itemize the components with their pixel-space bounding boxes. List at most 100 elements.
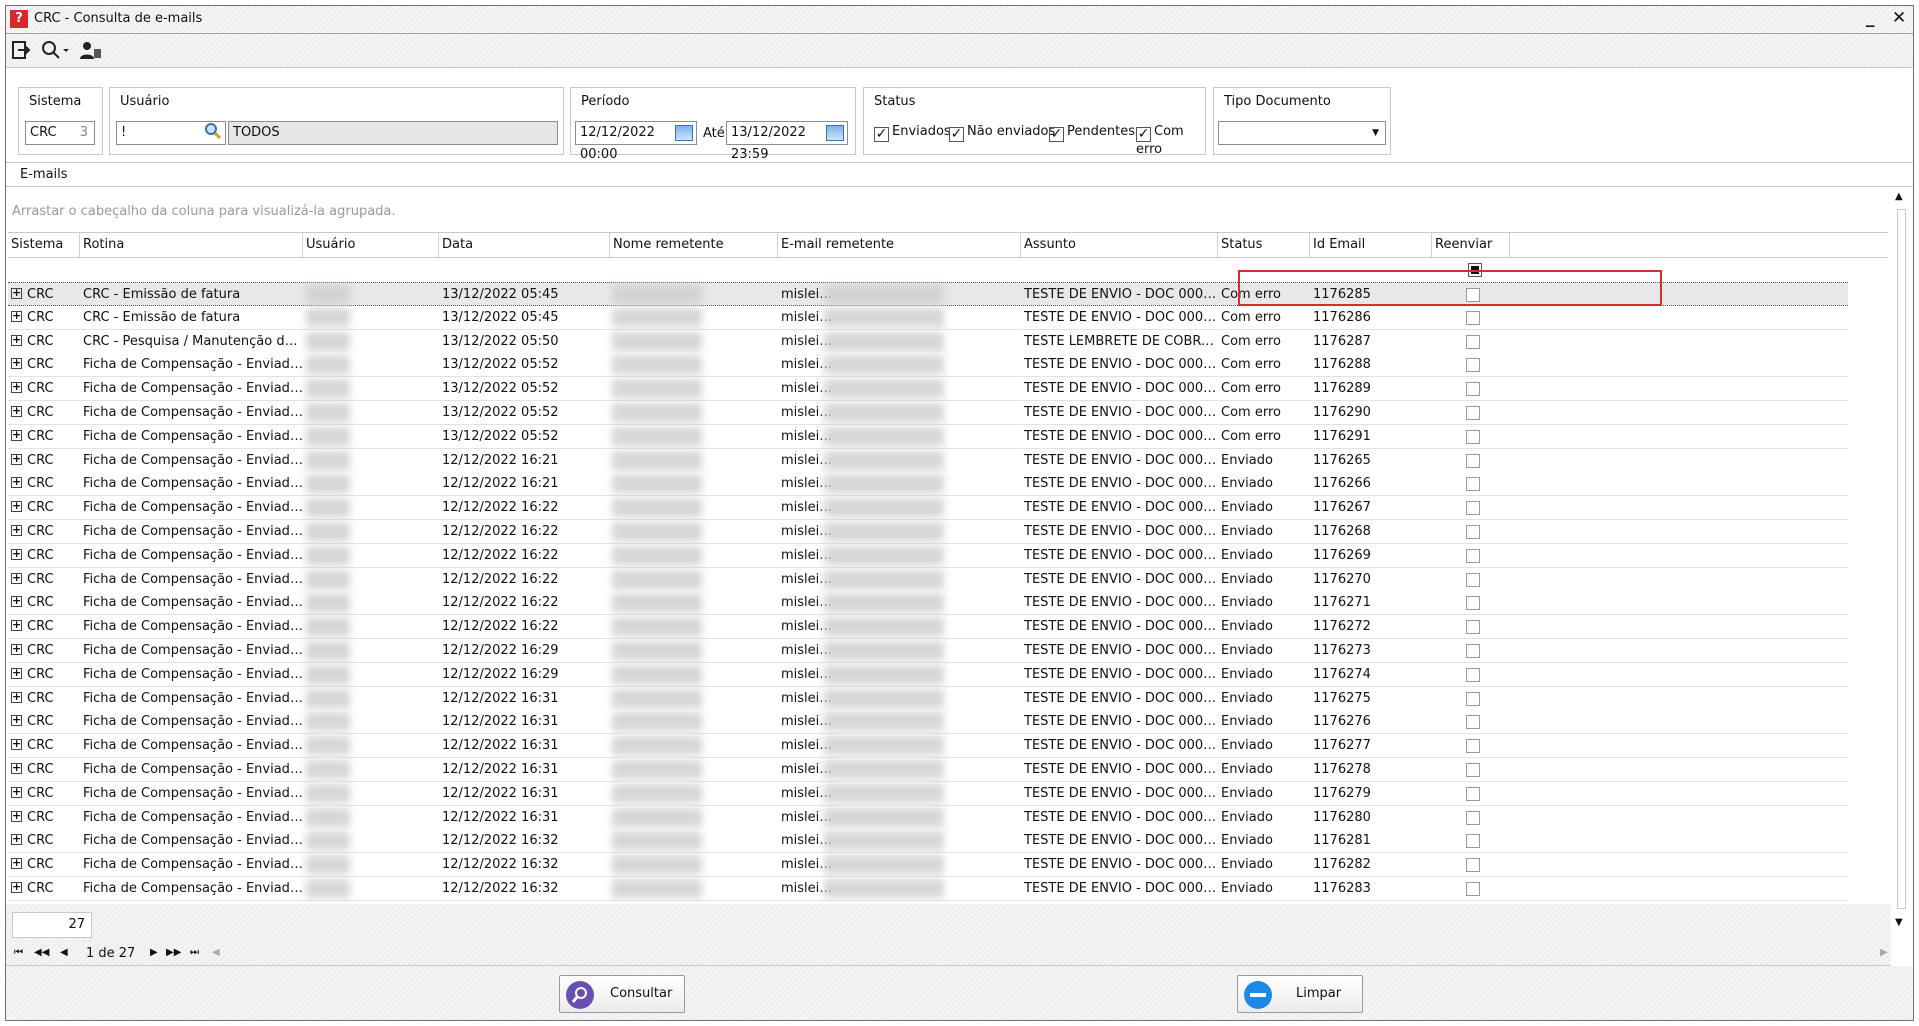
expand-row-icon[interactable]: + [11, 667, 22, 679]
table-row[interactable]: + CRC Ficha de Compensação - Enviado com a… [8, 401, 1848, 425]
expand-row-icon[interactable]: + [11, 833, 22, 846]
vertical-scrollbar[interactable]: ▲ ▼ [1892, 187, 1910, 935]
table-row[interactable]: + CRC Ficha de Compensação - Enviado com a… [8, 472, 1848, 497]
hscroll-left-icon[interactable]: ◀ [212, 947, 220, 958]
col-email-remetente[interactable]: E-mail remetente [778, 233, 1021, 257]
reenviar-checkbox[interactable] [1466, 358, 1480, 373]
table-row[interactable]: + CRC Ficha de Compensação - Enviado com a… [8, 662, 1848, 687]
reenviar-checkbox[interactable] [1466, 548, 1480, 563]
expand-row-icon[interactable]: + [11, 381, 22, 394]
reenviar-checkbox[interactable] [1466, 477, 1480, 492]
first-page-icon[interactable]: ⏮ [14, 947, 23, 958]
col-usuario[interactable]: Usuário [303, 233, 439, 257]
expand-row-icon[interactable]: + [11, 691, 22, 703]
table-row[interactable]: + CRC Ficha de Compensação - Enviado com a… [8, 734, 1848, 759]
last-page-icon[interactable]: ⏭ [190, 947, 199, 958]
expand-row-icon[interactable]: + [11, 857, 22, 870]
expand-row-icon[interactable]: + [11, 714, 22, 727]
table-row[interactable]: + CRC Ficha de Compensação - Enviado com a… [8, 781, 1848, 806]
expand-row-icon[interactable]: + [11, 500, 22, 513]
expand-row-icon[interactable]: + [11, 524, 22, 536]
reenviar-checkbox[interactable] [1466, 596, 1480, 611]
expand-row-icon[interactable]: + [11, 287, 22, 299]
reenviar-checkbox[interactable] [1466, 882, 1480, 896]
calendar-to-icon[interactable] [826, 125, 844, 141]
reenviar-checkbox[interactable] [1466, 667, 1480, 682]
table-row[interactable]: + CRC Ficha de Compensação - Enviado com a… [8, 377, 1848, 402]
expand-row-icon[interactable]: + [11, 357, 22, 370]
expand-row-icon[interactable]: + [11, 572, 22, 584]
expand-row-icon[interactable]: + [11, 643, 22, 655]
expand-row-icon[interactable]: + [11, 429, 22, 441]
table-row[interactable]: + CRC Ficha de Compensação - Enviado com a… [8, 877, 1848, 901]
sistema-input[interactable]: CRC 3 [25, 121, 95, 145]
hscroll-right-icon[interactable]: ▶ [1880, 947, 1888, 958]
col-status[interactable]: Status [1218, 233, 1310, 257]
expand-row-icon[interactable]: + [11, 738, 22, 751]
col-nome-remetente[interactable]: Nome remetente [610, 233, 778, 257]
table-row[interactable]: + CRC Ficha de Compensação - Enviado com a… [8, 758, 1848, 782]
expand-row-icon[interactable]: + [11, 619, 22, 632]
prev-group-icon[interactable]: ◀◀ [34, 947, 49, 958]
reenviar-checkbox[interactable] [1466, 310, 1480, 325]
close-button[interactable]: ✕ [1892, 8, 1906, 28]
table-row[interactable]: + CRC CRC - Emissão de fatura 13/12/2022 05… [8, 282, 1848, 306]
reenviar-checkbox[interactable] [1466, 715, 1480, 730]
reenviar-checkbox[interactable] [1466, 288, 1480, 302]
table-row[interactable]: + CRC Ficha de Compensação - Enviado com a… [8, 520, 1848, 544]
table-row[interactable]: + CRC Ficha de Compensação - Enviado com a… [8, 710, 1848, 735]
col-id-email[interactable]: Id Email [1310, 233, 1432, 257]
expand-row-icon[interactable]: + [11, 548, 22, 560]
reenviar-checkbox[interactable] [1466, 572, 1480, 587]
expand-row-icon[interactable]: + [11, 310, 22, 322]
status-pendentes-checkbox[interactable]: ✓ Pendentes [1049, 124, 1135, 142]
reenviar-checkbox[interactable] [1466, 406, 1480, 420]
scroll-track[interactable] [1897, 209, 1906, 909]
reenviar-checkbox[interactable] [1466, 501, 1480, 516]
usuario-search-icon[interactable] [204, 122, 222, 148]
reenviar-checkbox[interactable] [1466, 644, 1480, 658]
table-row[interactable]: + CRC Ficha de Compensação - Enviado com a… [8, 686, 1848, 711]
reenviar-checkbox[interactable] [1466, 786, 1480, 801]
col-assunto[interactable]: Assunto [1021, 233, 1218, 257]
table-row[interactable]: + CRC CRC - Emissão de fatura 13/12/2022 05… [8, 305, 1848, 330]
table-row[interactable]: + CRC Ficha de Compensação - Enviado com a… [8, 805, 1848, 830]
limpar-button[interactable]: Limpar [1237, 975, 1363, 1013]
reenviar-checkbox[interactable] [1466, 525, 1480, 539]
expand-row-icon[interactable]: + [11, 881, 22, 893]
periodo-from-input[interactable]: 12/12/2022 00:00 [575, 121, 697, 162]
expand-row-icon[interactable]: + [11, 334, 22, 346]
usuario-input[interactable]: ! [116, 121, 226, 145]
expand-row-icon[interactable]: + [11, 595, 22, 608]
reenviar-checkbox[interactable] [1466, 620, 1480, 635]
reenviar-checkbox[interactable] [1466, 334, 1480, 349]
status-com-erro-checkbox[interactable]: ✓ Com erro [1136, 124, 1205, 157]
scroll-down-icon[interactable]: ▼ [1895, 917, 1903, 928]
table-row[interactable]: + CRC Ficha de Compensação - Enviado com a… [8, 591, 1848, 616]
reenviar-checkbox[interactable] [1466, 691, 1480, 706]
user-icon[interactable] [80, 40, 102, 62]
col-reenviar[interactable]: Reenviar [1432, 233, 1510, 257]
col-rotina[interactable]: Rotina [80, 233, 303, 257]
status-nao-enviados-checkbox[interactable]: ✓ Não enviados [949, 124, 1055, 142]
reenviar-select-all-checkbox[interactable] [1468, 263, 1482, 277]
search-icon[interactable] [40, 40, 72, 62]
table-row[interactable]: + CRC Ficha de Compensação - Enviado com a… [8, 567, 1848, 592]
col-data[interactable]: Data [439, 233, 610, 257]
tab-emails[interactable]: E-mails [20, 167, 68, 182]
expand-row-icon[interactable]: + [11, 405, 22, 417]
expand-row-icon[interactable]: + [11, 786, 22, 798]
prev-page-icon[interactable]: ◀ [60, 947, 68, 958]
table-row[interactable]: + CRC Ficha de Compensação - Enviado com a… [8, 615, 1848, 640]
reenviar-checkbox[interactable] [1466, 453, 1480, 468]
table-row[interactable]: + CRC Ficha de Compensação - Enviado com a… [8, 496, 1848, 521]
scroll-up-icon[interactable]: ▲ [1895, 191, 1903, 202]
periodo-to-input[interactable]: 13/12/2022 23:59 [726, 121, 848, 162]
table-row[interactable]: + CRC Ficha de Compensação - Enviado com a… [8, 853, 1848, 878]
status-enviados-checkbox[interactable]: ✓ Enviados [874, 124, 951, 142]
reenviar-checkbox[interactable] [1466, 810, 1480, 825]
reenviar-checkbox[interactable] [1466, 858, 1480, 873]
reenviar-checkbox[interactable] [1466, 834, 1480, 849]
reenviar-checkbox[interactable] [1466, 739, 1480, 754]
tipo-documento-select[interactable]: ▼ [1218, 121, 1386, 145]
